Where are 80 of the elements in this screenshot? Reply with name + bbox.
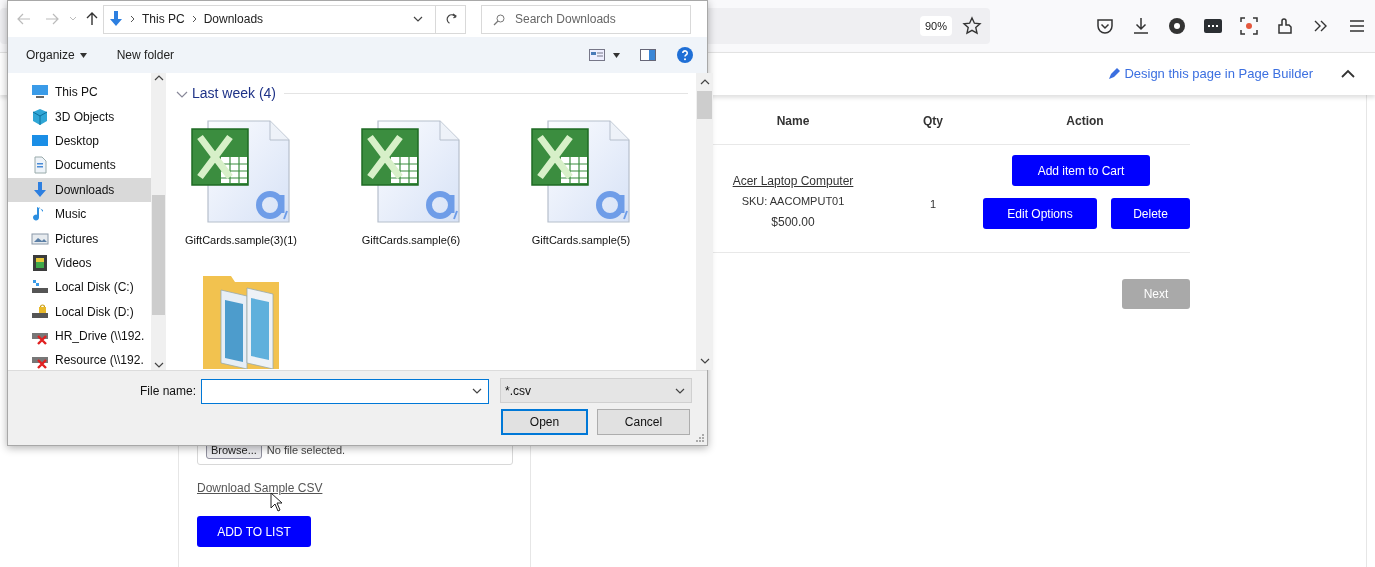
edit-options-button[interactable]: Edit Options — [983, 198, 1097, 229]
nav-film-icon — [31, 253, 49, 272]
preview-pane-icon[interactable] — [640, 49, 656, 61]
nav-item[interactable]: Pictures — [8, 226, 151, 251]
nav-item[interactable]: Videos — [8, 250, 151, 276]
delete-button[interactable]: Delete — [1111, 198, 1190, 229]
new-folder-button[interactable]: New folder — [116, 46, 175, 64]
breadcrumb-chevron-icon — [130, 15, 135, 23]
dropdown-icon — [472, 386, 482, 396]
open-button[interactable]: Open — [501, 408, 588, 435]
downloads-icon — [107, 10, 123, 28]
address-bar[interactable]: This PC Downloads — [103, 4, 466, 34]
column-header: Qty — [923, 114, 943, 128]
scrollbar-thumb[interactable] — [697, 91, 712, 119]
resize-grip-icon[interactable] — [695, 433, 705, 443]
group-header[interactable]: Last week (4) — [192, 83, 277, 104]
scroll-down-icon[interactable] — [699, 356, 710, 366]
scrollbar[interactable] — [696, 73, 713, 370]
breadcrumb-item[interactable]: This PC — [142, 10, 185, 28]
scroll-up-icon[interactable] — [699, 77, 710, 87]
nav-item[interactable]: This PC — [8, 80, 151, 105]
pocket-icon[interactable] — [1095, 16, 1115, 36]
up-icon[interactable] — [86, 12, 98, 26]
nav-item[interactable]: Local Disk (D:) — [8, 299, 151, 324]
search-icon — [493, 13, 505, 26]
spreadsheet-file-icon — [191, 119, 291, 225]
file-status: No file selected. — [266, 442, 346, 458]
column-header: Action — [1066, 114, 1104, 128]
nav-item[interactable]: 3D Objects — [8, 104, 151, 129]
nav-item[interactable]: Desktop — [8, 128, 151, 154]
star-icon[interactable] — [962, 16, 982, 36]
quantity-cell: 1 — [929, 198, 937, 210]
nav-item[interactable]: Local Disk (C:) — [8, 275, 151, 300]
view-icon[interactable] — [589, 49, 605, 61]
spreadsheet-file-icon — [361, 119, 461, 225]
collapse-icon[interactable] — [1341, 69, 1355, 79]
nav-cube-icon — [31, 107, 49, 126]
download-icon[interactable] — [1131, 16, 1151, 36]
product-link[interactable]: Acer Laptop Computer — [732, 172, 854, 190]
nav-down-arrow-icon — [31, 180, 49, 199]
file-name[interactable]: GiftCards.sample(5) — [522, 233, 640, 248]
refresh-icon[interactable] — [444, 13, 457, 25]
dropdown-icon[interactable] — [413, 14, 423, 24]
breadcrumb-chevron-icon — [191, 15, 197, 23]
nav-item[interactable]: Music — [8, 201, 151, 227]
page-builder-link[interactable]: Design this page in Page Builder — [1108, 64, 1313, 84]
extension-icon[interactable] — [1203, 16, 1223, 36]
cancel-button[interactable]: Cancel — [597, 408, 690, 435]
breadcrumb-item[interactable]: Downloads — [203, 10, 264, 28]
zoom-level[interactable]: 90% — [919, 15, 952, 37]
product-price: $500.00 — [771, 213, 815, 231]
nav-item[interactable]: Downloads — [8, 177, 151, 202]
file-name-field[interactable] — [201, 378, 489, 404]
spreadsheet-file-icon — [531, 119, 631, 225]
picture-folder-icon — [201, 276, 281, 369]
column-header: Name — [776, 114, 810, 128]
scrollbar-thumb[interactable] — [152, 195, 165, 315]
scroll-up-icon[interactable] — [153, 73, 164, 83]
file-name[interactable]: GiftCards.sample(6) — [352, 233, 470, 248]
nav-item[interactable]: HR_Drive (\\192. — [8, 323, 151, 349]
download-sample-link[interactable]: Download Sample CSV — [197, 479, 323, 497]
add-to-cart-button[interactable]: Add item to Cart — [1012, 155, 1150, 186]
search-field[interactable]: Search Downloads — [481, 4, 691, 34]
product-sku: SKU: AACOMPUT01 — [741, 194, 845, 209]
nav-drive-lock-icon — [31, 302, 49, 321]
organize-menu[interactable]: Organize — [26, 46, 87, 64]
scroll-down-icon[interactable] — [153, 360, 164, 370]
nav-document-icon — [31, 156, 49, 175]
nav-item[interactable]: Documents — [8, 153, 151, 178]
extension-icon[interactable] — [1167, 16, 1187, 36]
file-name-label: File name: — [138, 382, 196, 400]
file-type-select[interactable]: *.csv — [500, 378, 692, 404]
screenshot-icon[interactable] — [1239, 16, 1259, 36]
pencil-icon — [1108, 68, 1121, 80]
help-icon[interactable] — [677, 47, 693, 63]
puzzle-icon[interactable] — [1275, 16, 1295, 36]
add-to-list-button[interactable]: ADD TO LIST — [197, 516, 311, 547]
nav-item[interactable]: Resource (\\192. — [8, 348, 151, 370]
scrollbar[interactable] — [151, 73, 166, 370]
file-name[interactable]: GiftCards.sample(3)(1) — [182, 233, 300, 248]
